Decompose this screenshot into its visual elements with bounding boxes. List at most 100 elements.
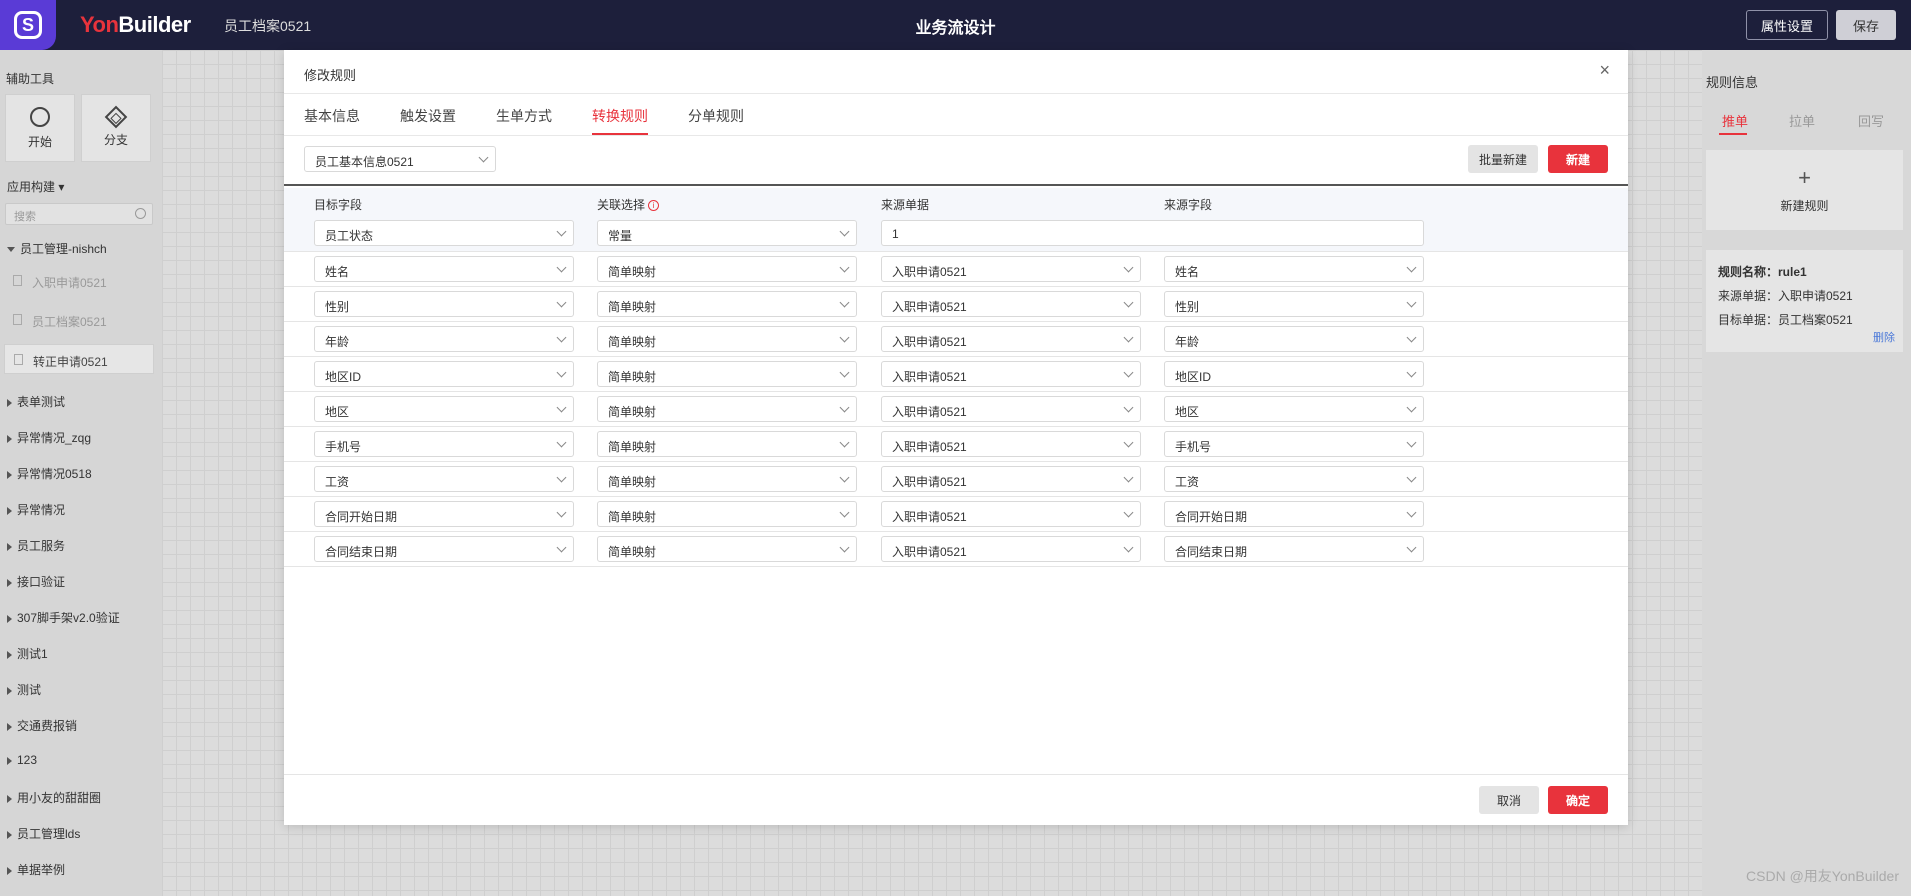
tree-sub-item[interactable]: 入职申请0521 xyxy=(4,266,154,296)
table-row: 地区ID 简单映射 入职申请0521 地区ID xyxy=(284,357,1628,392)
source-doc-select[interactable]: 入职申请0521 xyxy=(881,466,1141,492)
constant-value-input[interactable]: 1 xyxy=(881,220,1424,246)
target-field-select[interactable]: 手机号 xyxy=(314,431,574,457)
search-input[interactable]: 搜索 xyxy=(5,203,153,225)
target-doc-select[interactable]: 员工基本信息0521 xyxy=(304,146,496,172)
close-icon[interactable]: × xyxy=(1599,60,1610,81)
tree-group[interactable]: 307脚手架v2.0验证 xyxy=(7,609,120,626)
delete-rule-link[interactable]: 删除 xyxy=(1873,326,1895,350)
cancel-button[interactable]: 取消 xyxy=(1479,786,1539,814)
table-row: 手机号 简单映射 入职申请0521 手机号 xyxy=(284,427,1628,462)
tab-trigger-settings[interactable]: 触发设置 xyxy=(400,106,456,126)
source-field-select[interactable]: 工资 xyxy=(1164,466,1424,492)
tool-branch[interactable]: 分支 xyxy=(81,94,151,162)
tree-group[interactable]: 表单测试 xyxy=(7,393,65,410)
new-button[interactable]: 新建 xyxy=(1548,145,1608,173)
tree-group[interactable]: 异常情况_zqg xyxy=(7,429,91,446)
table-header: 目标字段 关联选择 i 来源单据 来源字段 员工状态 常量 1 xyxy=(284,188,1628,252)
tab-generation-mode[interactable]: 生单方式 xyxy=(496,106,552,126)
source-field-select[interactable]: 地区 xyxy=(1164,396,1424,422)
relation-select[interactable]: 简单映射 xyxy=(597,361,857,387)
chevron-down-icon xyxy=(1123,437,1134,448)
tree-sub-item[interactable]: 员工档案0521 xyxy=(4,305,154,335)
chevron-down-icon xyxy=(839,367,850,378)
tree-group[interactable]: 交通费报销 xyxy=(7,717,77,734)
document-icon xyxy=(13,275,22,286)
tab-conversion-rules[interactable]: 转换规则 xyxy=(592,106,648,126)
source-field-select[interactable]: 手机号 xyxy=(1164,431,1424,457)
new-rule-card[interactable]: + 新建规则 xyxy=(1706,150,1903,230)
source-doc-select[interactable]: 入职申请0521 xyxy=(881,501,1141,527)
tree-group[interactable]: 异常情况0518 xyxy=(7,465,92,482)
caret-right-icon xyxy=(7,830,12,839)
attribute-settings-button[interactable]: 属性设置 xyxy=(1746,10,1828,40)
tree-group[interactable]: 接口验证 xyxy=(7,573,65,590)
relation-select[interactable]: 简单映射 xyxy=(597,431,857,457)
tab-pull[interactable]: 拉单 xyxy=(1789,111,1815,130)
relation-select[interactable]: 简单映射 xyxy=(597,291,857,317)
source-doc-select[interactable]: 入职申请0521 xyxy=(881,361,1141,387)
tree-group[interactable]: 员工管理lds xyxy=(7,825,80,842)
target-field-select[interactable]: 员工状态 xyxy=(314,220,574,246)
chevron-down-icon xyxy=(556,226,567,237)
source-field-select[interactable]: 性别 xyxy=(1164,291,1424,317)
modal-toolbar: 员工基本信息0521 批量新建 新建 xyxy=(284,136,1628,186)
batch-new-button[interactable]: 批量新建 xyxy=(1468,145,1538,173)
target-field-select[interactable]: 合同开始日期 xyxy=(314,501,574,527)
tree-group[interactable]: 单据举例 xyxy=(7,861,65,878)
app-build-dropdown[interactable]: 应用构建 ▾ xyxy=(7,178,64,195)
tree-group[interactable]: 123 xyxy=(7,753,37,767)
tree-sub-item-active[interactable]: 转正申请0521 xyxy=(4,344,154,374)
chevron-down-icon xyxy=(556,472,567,483)
source-doc-select[interactable]: 入职申请0521 xyxy=(881,326,1141,352)
source-field-select[interactable]: 合同结束日期 xyxy=(1164,536,1424,562)
source-field-select[interactable]: 姓名 xyxy=(1164,256,1424,282)
relation-select[interactable]: 简单映射 xyxy=(597,536,857,562)
tree-group-expanded[interactable]: 员工管理-nishch xyxy=(7,240,107,257)
source-doc-select[interactable]: 入职申请0521 xyxy=(881,396,1141,422)
table-row: 合同结束日期 简单映射 入职申请0521 合同结束日期 xyxy=(284,532,1628,567)
target-field-select[interactable]: 地区ID xyxy=(314,361,574,387)
target-field-select[interactable]: 年龄 xyxy=(314,326,574,352)
relation-select[interactable]: 简单映射 xyxy=(597,396,857,422)
chevron-down-icon xyxy=(556,297,567,308)
caret-right-icon xyxy=(7,398,12,407)
app-logo[interactable]: S xyxy=(0,0,56,50)
tool-start[interactable]: 开始 xyxy=(5,94,75,162)
tab-split-rules[interactable]: 分单规则 xyxy=(688,106,744,126)
caret-right-icon xyxy=(7,650,12,659)
chevron-down-icon xyxy=(556,367,567,378)
info-icon[interactable]: i xyxy=(648,200,660,212)
save-button[interactable]: 保存 xyxy=(1836,10,1896,40)
tab-push[interactable]: 推单 xyxy=(1722,111,1748,130)
target-field-select[interactable]: 地区 xyxy=(314,396,574,422)
tab-basic-info[interactable]: 基本信息 xyxy=(304,106,360,126)
source-doc-select[interactable]: 入职申请0521 xyxy=(881,431,1141,457)
tab-writeback[interactable]: 回写 xyxy=(1858,111,1884,130)
relation-select[interactable]: 简单映射 xyxy=(597,256,857,282)
chevron-down-icon xyxy=(1123,507,1134,518)
chevron-down-icon xyxy=(839,297,850,308)
source-field-select[interactable]: 地区ID xyxy=(1164,361,1424,387)
target-field-select[interactable]: 合同结束日期 xyxy=(314,536,574,562)
source-doc-select[interactable]: 入职申请0521 xyxy=(881,256,1141,282)
relation-select[interactable]: 常量 xyxy=(597,220,857,246)
target-field-select[interactable]: 性别 xyxy=(314,291,574,317)
tree-group[interactable]: 用小友的甜甜圈 xyxy=(7,789,101,806)
relation-select[interactable]: 简单映射 xyxy=(597,326,857,352)
source-doc-select[interactable]: 入职申请0521 xyxy=(881,536,1141,562)
relation-select[interactable]: 简单映射 xyxy=(597,466,857,492)
confirm-button[interactable]: 确定 xyxy=(1548,786,1608,814)
tree-group[interactable]: 异常情况 xyxy=(7,501,65,518)
source-field-select[interactable]: 合同开始日期 xyxy=(1164,501,1424,527)
target-field-select[interactable]: 姓名 xyxy=(314,256,574,282)
relation-select[interactable]: 简单映射 xyxy=(597,501,857,527)
rule-info-title: 规则信息 xyxy=(1706,75,1759,90)
source-doc-select[interactable]: 入职申请0521 xyxy=(881,291,1141,317)
target-field-select[interactable]: 工资 xyxy=(314,466,574,492)
tree-group[interactable]: 测试 xyxy=(7,681,41,698)
source-field-select[interactable]: 年龄 xyxy=(1164,326,1424,352)
tree-group[interactable]: 测试1 xyxy=(7,645,48,662)
chevron-down-icon xyxy=(556,437,567,448)
tree-group[interactable]: 员工服务 xyxy=(7,537,65,554)
